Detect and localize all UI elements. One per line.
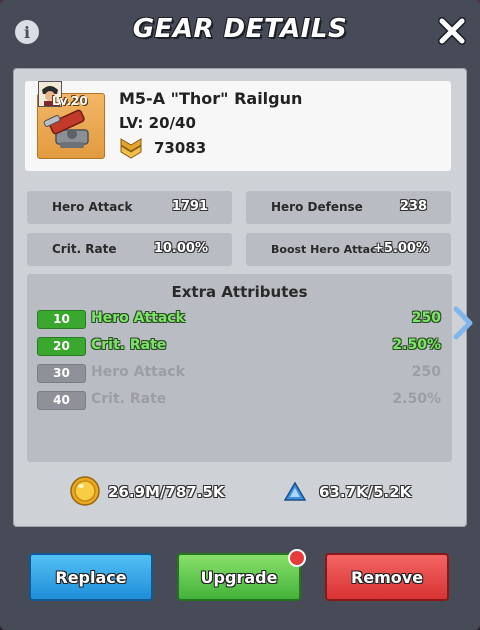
content-panel: Lv.20 M5-A "Thor" Railgun LV: 20/40 7308… [13,68,467,527]
stat-label: Boost Hero Attack [271,243,384,256]
crystal-icon [284,481,306,501]
attribute-level-tag: 40 [37,391,86,410]
stat-hero-defense: Hero Defense 238 [246,191,451,224]
gear-thumbnail[interactable]: Lv.20 [37,81,105,159]
attribute-level-tag: 20 [37,337,86,356]
attribute-value: 250 [411,364,441,380]
extra-attribute-row: 40 Crit. Rate 2.50% [37,390,441,410]
stat-boost-hero-attack: Boost Hero Attack +5.00% [246,233,451,266]
attribute-value: 2.50% [392,391,441,407]
gear-details-dialog: i GEAR DETAILS Lv.20 M5-A "Thor" Railgun… [0,0,480,630]
attribute-name: Hero Attack [91,364,185,380]
stat-label: Hero Attack [52,200,133,214]
gear-level: LV: 20/40 [119,114,196,132]
stat-value: +5.00% [373,241,429,256]
stat-hero-attack: Hero Attack 1791 [27,191,232,224]
attribute-name: Hero Attack [91,310,185,326]
power-chevron-icon [120,138,142,159]
close-icon[interactable] [437,16,467,46]
stat-value: 1791 [171,199,208,214]
dialog-title: GEAR DETAILS [132,14,348,44]
gold-coin-icon [70,476,100,506]
upgrade-cost-row: 26.9M/787.5K 63.7K/5.2K [13,473,467,509]
upgrade-button[interactable]: Upgrade [177,553,301,601]
attribute-value: 2.50% [392,337,441,353]
stat-crit-rate: Crit. Rate 10.00% [27,233,232,266]
attribute-name: Crit. Rate [91,337,167,353]
railgun-icon [43,109,89,148]
attribute-name: Crit. Rate [91,391,167,407]
attribute-value: 250 [411,310,441,326]
upgrade-notification-dot [288,549,306,567]
extra-attribute-row: 10 Hero Attack 250 [37,309,441,329]
extra-attribute-row: 30 Hero Attack 250 [37,363,441,383]
remove-button[interactable]: Remove [325,553,449,601]
coin-cost: 26.9M/787.5K [108,483,225,501]
stat-label: Hero Defense [271,200,363,214]
extra-attributes-title: Extra Attributes [171,283,308,301]
stat-label: Crit. Rate [52,242,117,256]
crystal-cost: 63.7K/5.2K [319,483,412,501]
attribute-level-tag: 10 [37,310,86,329]
title-bar: i GEAR DETAILS [0,0,480,66]
extra-attribute-row: 20 Crit. Rate 2.50% [37,336,441,356]
replace-button[interactable]: Replace [29,553,153,601]
gear-header-card: Lv.20 M5-A "Thor" Railgun LV: 20/40 7308… [25,81,451,171]
power-value: 73083 [154,139,207,157]
gear-name: M5-A "Thor" Railgun [119,89,303,108]
stat-value: 238 [399,199,427,214]
stat-value: 10.00% [153,241,208,256]
extra-attributes-panel: Extra Attributes 10 Hero Attack 250 20 C… [27,274,452,462]
next-gear-arrow-icon[interactable] [452,306,474,340]
attribute-level-tag: 30 [37,364,86,383]
